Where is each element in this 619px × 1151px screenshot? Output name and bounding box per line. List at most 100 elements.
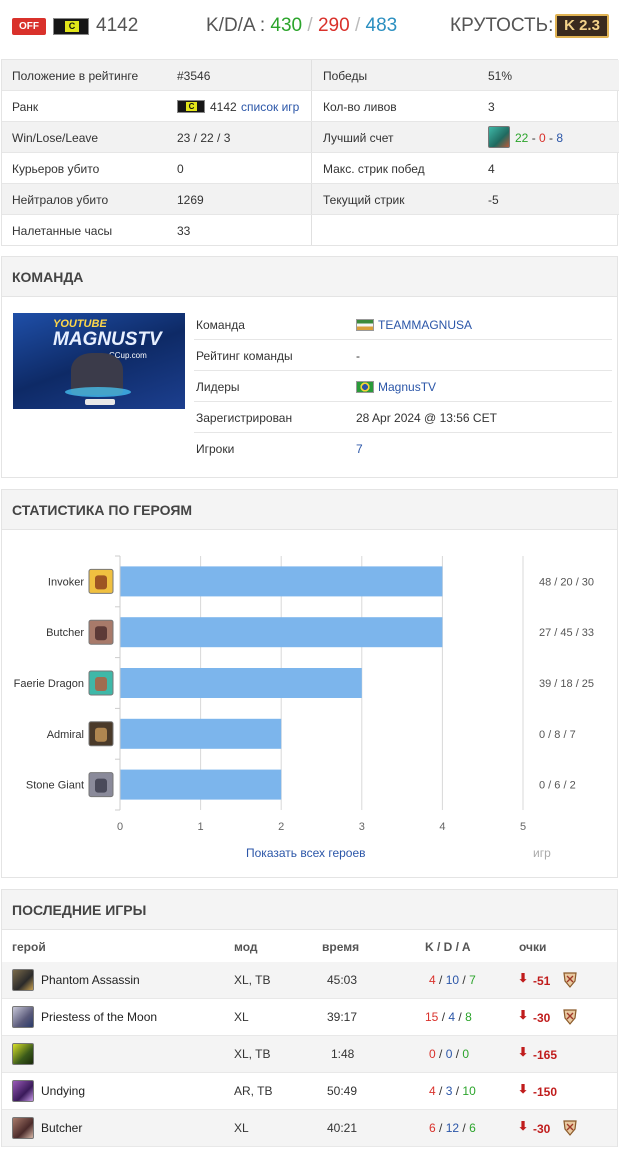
stat-label: Ранк [12, 100, 39, 114]
team-section-title: КОМАНДА [2, 257, 617, 297]
stat-value: 23 / 22 / 3 [177, 131, 231, 145]
game-time: 39:17 [327, 1010, 358, 1024]
hero-category-label: Invoker [48, 576, 84, 588]
medal-icon [563, 1120, 577, 1136]
game-kills: 4 [429, 973, 436, 987]
stat-label: Курьеров убито [12, 162, 100, 176]
stat-value: 3 [488, 100, 495, 114]
stats-row: Ранк C 4142 список игр Кол-во ливов 3 [2, 91, 619, 122]
game-row[interactable]: Phantom Assassin XL, TB 45:03 4 / 10 / 7 ⬇ -5… [2, 962, 617, 999]
best-score: 22 - 0 - 8 [515, 131, 564, 145]
hero-portrait-icon [95, 575, 107, 590]
team-info-value: TEAMMAGNUSA [356, 318, 472, 332]
kda-assists: 483 [365, 15, 398, 36]
hero-kda-label: 48 / 20 / 30 [539, 576, 594, 588]
game-hero-name[interactable]: Undying [41, 1084, 85, 1098]
chart-bar [120, 617, 443, 648]
game-points: -51 [533, 974, 551, 988]
hero-portrait-icon [12, 1117, 34, 1139]
hero-portrait-icon [95, 778, 107, 793]
games-list-link[interactable]: список игр [241, 100, 299, 114]
rank-letter: C [186, 102, 197, 111]
team-info-value: - [356, 349, 360, 363]
rank-badge: C [53, 18, 89, 35]
best-kills: 22 [515, 131, 529, 145]
coolness-label: КРУТОСТЬ: [450, 15, 554, 36]
stat-value: 33 [177, 224, 191, 238]
hero-category-label: Butcher [46, 627, 84, 639]
players-count-link[interactable]: 7 [356, 442, 363, 456]
game-deaths: 12 [445, 1121, 460, 1135]
game-mode: XL [234, 1010, 249, 1024]
game-assists: 10 [462, 1084, 476, 1098]
player-stats-table: Положение в рейтинге #3546 Победы 51% Ранк… [1, 59, 619, 246]
game-kda: 4 / 10 / 7 [429, 973, 476, 987]
game-deaths: 0 [445, 1047, 453, 1061]
team-info-label: Лидеры [196, 380, 240, 394]
team-info-label: Игроки [196, 442, 235, 456]
flag-icon [356, 381, 374, 393]
team-info-row: Зарегистрирован 28 Apr 2024 @ 13:56 CET [194, 402, 612, 433]
leader-link[interactable]: MagnusTV [378, 380, 436, 394]
chart-bar [120, 769, 282, 800]
stats-row: Win/Lose/Leave 23 / 22 / 3 Лучший счет 22… [2, 122, 619, 153]
game-assists: 8 [465, 1010, 472, 1024]
stat-label: Положение в рейтинге [12, 69, 139, 83]
game-time: 50:49 [327, 1084, 358, 1098]
recent-games-section: ПОСЛЕДНИЕ ИГРЫ герой мод время K / D / A… [1, 889, 618, 1147]
team-name-link[interactable]: TEAMMAGNUSA [378, 318, 472, 332]
col-header-kda[interactable]: K / D / A [425, 940, 471, 954]
col-header-points[interactable]: очки [519, 940, 546, 954]
game-row[interactable]: Undying AR, TB 50:49 4 / 3 / 10 ⬇ -150 [2, 1073, 617, 1110]
kda-separator: / [354, 15, 361, 36]
stat-label: Кол-во ливов [323, 100, 397, 114]
hero-kda-label: 39 / 18 / 25 [539, 678, 594, 690]
hero-kda-label: 27 / 45 / 33 [539, 627, 594, 639]
game-row[interactable]: Butcher XL 40:21 6 / 12 / 6 ⬇ -30 [2, 1110, 617, 1147]
stat-label: Текущий стрик [323, 193, 405, 207]
game-points: -165 [533, 1048, 558, 1062]
rank-badge-small: C [177, 100, 205, 113]
game-kills: 0 [429, 1047, 436, 1061]
stats-row: Налетанные часы 33 [2, 215, 619, 246]
pedestal-icon [65, 387, 131, 397]
hero-category-label: Admiral [47, 729, 84, 741]
game-points: -30 [533, 1011, 551, 1025]
game-mode: XL [234, 1121, 249, 1135]
stat-label: Налетанные часы [12, 224, 113, 238]
game-kda: 0 / 0 / 0 [429, 1047, 470, 1061]
chart-bar [120, 566, 443, 597]
col-header-hero[interactable]: герой [12, 940, 46, 954]
team-info-label: Рейтинг команды [196, 349, 293, 363]
stat-value: 4142 [210, 100, 237, 114]
team-logo: YOUTUBE MAGNUSTV CCup.com [13, 313, 185, 409]
col-header-mode[interactable]: мод [234, 940, 258, 954]
team-info-row: Команда TEAMMAGNUSA [194, 309, 612, 340]
game-row[interactable]: Priestess of the Moon XL 39:17 15 / 4 / 8 ⬇ -… [2, 999, 617, 1036]
chart-bar [120, 718, 282, 749]
team-info-row: Игроки 7 [194, 433, 612, 464]
down-arrow-icon: ⬇ [518, 971, 529, 985]
offline-status-badge: OFF [12, 18, 46, 35]
game-row[interactable]: XL, TB 1:48 0 / 0 / 0 ⬇ -165 [2, 1036, 617, 1073]
best-deaths: 0 [539, 131, 546, 145]
chart-bar [120, 668, 362, 698]
x-tick-label: 0 [117, 821, 123, 833]
hero-category-label: Faerie Dragon [14, 678, 84, 690]
kda-label: K/D/A : [206, 15, 266, 36]
hero-kda-label: 0 / 8 / 7 [539, 729, 576, 741]
rating-value: 4142 [96, 15, 139, 36]
game-hero-name[interactable]: Priestess of the Moon [41, 1010, 157, 1024]
x-axis-unit: игр [533, 846, 551, 860]
stats-row: Нейтралов убито 1269 Текущий стрик -5 [2, 184, 619, 215]
game-points: -30 [533, 1122, 551, 1136]
kda-separator: / [307, 15, 313, 36]
col-header-time[interactable]: время [322, 940, 359, 954]
kda-kills: 430 [270, 15, 303, 36]
stats-row: Курьеров убито 0 Макс. стрик побед 4 [2, 153, 619, 184]
game-hero-name[interactable]: Butcher [41, 1121, 82, 1135]
game-mode: AR, TB [234, 1084, 273, 1098]
show-all-heroes-link[interactable]: Показать всех героев [246, 846, 366, 860]
best-assists: 8 [556, 131, 564, 145]
game-hero-name[interactable]: Phantom Assassin [41, 973, 140, 987]
